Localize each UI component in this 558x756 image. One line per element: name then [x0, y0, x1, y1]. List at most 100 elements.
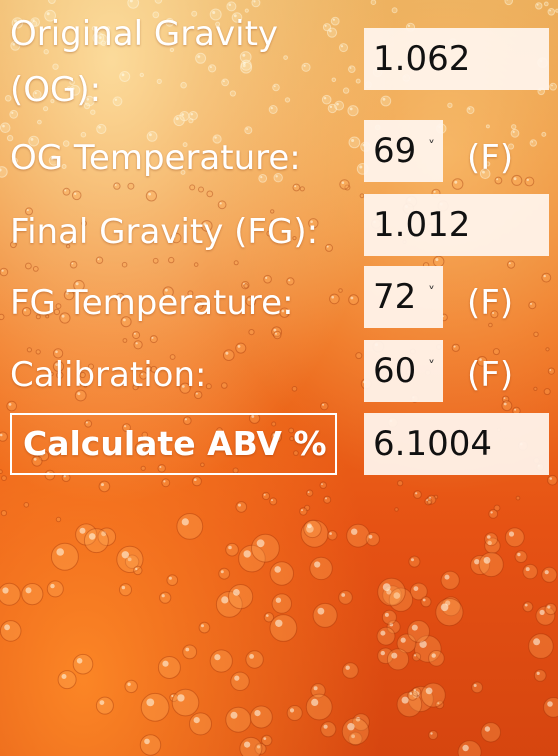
bubble — [239, 736, 263, 756]
bubble-highlight — [322, 403, 325, 406]
bubble-highlight — [329, 105, 333, 109]
bubble-highlight — [433, 190, 436, 193]
bubble-highlight — [121, 551, 129, 559]
calibration-label: Calibration: — [10, 355, 207, 395]
bubble — [235, 342, 247, 354]
bubble — [90, 109, 96, 115]
bubble — [511, 174, 523, 186]
bubble — [52, 63, 59, 70]
calculate-abv-button[interactable]: Calculate ABV % — [10, 413, 337, 475]
og-input[interactable]: 1.062 — [364, 28, 549, 90]
bubble-highlight — [431, 653, 436, 658]
bubble — [69, 260, 78, 269]
bubble-highlight — [350, 296, 354, 300]
bubble — [533, 331, 539, 337]
calibration-value: 60 — [373, 351, 417, 391]
bubble — [119, 71, 131, 82]
bubble-highlight — [79, 527, 86, 534]
bubble-highlight — [263, 493, 266, 496]
bubble-highlight — [349, 107, 353, 111]
bubble-highlight — [228, 3, 232, 7]
fg-input[interactable]: 1.012 — [364, 194, 549, 256]
fg-temp-select[interactable]: 72 ˅ — [364, 266, 443, 328]
bubble — [545, 347, 550, 352]
bubble-highlight — [307, 523, 312, 529]
bubble — [251, 533, 280, 563]
bubble — [205, 383, 212, 390]
calibration-select[interactable]: 60 ˅ — [364, 340, 443, 402]
bubble-highlight — [2, 124, 5, 128]
bubble — [139, 72, 145, 78]
bubble-highlight — [163, 480, 166, 483]
bubble — [370, 0, 377, 5]
bubble-highlight — [197, 55, 201, 58]
bubble — [122, 338, 128, 343]
bubble — [411, 687, 422, 697]
bubble — [338, 288, 343, 293]
bubble — [348, 136, 361, 149]
bubble-highlight — [0, 433, 3, 437]
bubble-highlight — [462, 744, 469, 752]
bubble — [149, 335, 158, 344]
bubble-highlight — [422, 598, 426, 602]
bubble — [533, 669, 547, 682]
bubble-highlight — [266, 614, 269, 617]
bubble — [291, 386, 298, 392]
bubble-highlight — [249, 654, 255, 659]
bubble-highlight — [303, 64, 306, 67]
bubble — [268, 105, 278, 114]
fg-temp-label: FG Temperature: — [10, 283, 294, 323]
bubble — [273, 330, 282, 340]
bubble-highlight — [265, 276, 268, 279]
bubble-highlight — [246, 128, 249, 130]
bubble — [233, 260, 239, 266]
bubble-highlight — [175, 117, 179, 121]
bubble — [528, 633, 554, 659]
chevron-down-icon: ˅ — [428, 285, 435, 301]
bubble — [494, 176, 503, 185]
bubble-highlight — [440, 603, 449, 612]
bubble — [191, 476, 202, 487]
bubble — [299, 507, 308, 516]
bubble-highlight — [228, 545, 232, 550]
bubble-highlight — [273, 85, 276, 88]
bubble — [6, 400, 17, 412]
bubble-highlight — [194, 478, 197, 482]
og-temp-select[interactable]: 69 ˅ — [364, 120, 443, 182]
bubble — [543, 1, 549, 7]
bubble — [223, 349, 235, 362]
bubble-highlight — [349, 67, 352, 69]
bubble-highlight — [533, 638, 541, 646]
og-label-line2: (OG): — [10, 70, 102, 110]
bubble-highlight — [74, 192, 77, 195]
bubble-highlight — [340, 45, 344, 48]
bubble-highlight — [263, 737, 267, 740]
bubble-highlight — [384, 612, 389, 617]
bubble — [386, 648, 410, 671]
bubble-highlight — [332, 18, 335, 21]
bubble-highlight — [64, 189, 67, 192]
bubble-highlight — [539, 609, 545, 616]
bubble-highlight — [162, 660, 169, 667]
bubble-highlight — [382, 583, 391, 591]
bubble-highlight — [237, 345, 241, 348]
bubble-highlight — [201, 624, 204, 628]
bubble-highlight — [512, 130, 515, 133]
bubble — [263, 274, 272, 284]
bubble — [325, 243, 333, 252]
bubble-highlight — [514, 408, 517, 411]
bubble-highlight — [473, 684, 477, 687]
bubble — [428, 650, 445, 667]
bubble — [329, 293, 340, 305]
bubble — [0, 267, 9, 277]
bubble-highlight — [76, 658, 83, 664]
bubble — [62, 187, 71, 196]
bubble — [547, 8, 556, 16]
bubble-highlight — [503, 397, 506, 400]
bubble — [161, 478, 171, 488]
bubble — [46, 580, 64, 598]
bubble-highlight — [551, 84, 553, 87]
bubble — [286, 705, 303, 721]
bubble-highlight — [382, 97, 386, 101]
bubble — [541, 131, 547, 137]
